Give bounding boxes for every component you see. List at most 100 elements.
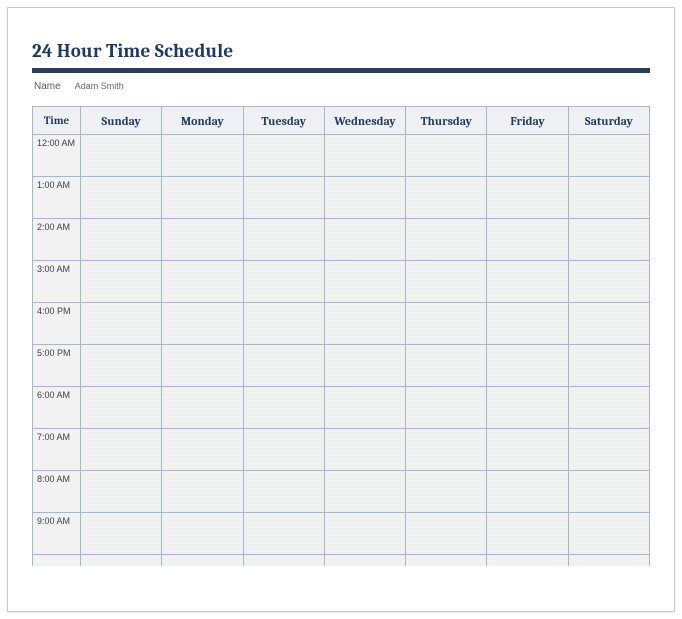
time-cell: 7:00 AM (33, 429, 81, 471)
slot-cell[interactable] (81, 177, 162, 219)
slot-cell[interactable] (568, 303, 649, 345)
slot-cell[interactable] (406, 555, 487, 567)
slot-cell[interactable] (243, 219, 324, 261)
header-monday: Monday (162, 107, 243, 135)
time-cell: 9:00 AM (33, 513, 81, 555)
slot-cell[interactable] (487, 303, 568, 345)
slot-cell[interactable] (162, 387, 243, 429)
slot-cell[interactable] (568, 177, 649, 219)
slot-cell[interactable] (568, 135, 649, 177)
slot-cell[interactable] (324, 219, 405, 261)
slot-cell[interactable] (324, 135, 405, 177)
table-row: 2:00 AM (33, 219, 650, 261)
name-label: Name (34, 81, 61, 92)
slot-cell[interactable] (487, 513, 568, 555)
slot-cell[interactable] (568, 261, 649, 303)
slot-cell[interactable] (487, 387, 568, 429)
slot-cell[interactable] (568, 513, 649, 555)
slot-cell[interactable] (324, 471, 405, 513)
slot-cell[interactable] (406, 387, 487, 429)
schedule-table: Time Sunday Monday Tuesday Wednesday Thu… (32, 106, 650, 566)
slot-cell[interactable] (406, 345, 487, 387)
table-row: 4:00 PM (33, 303, 650, 345)
slot-cell[interactable] (487, 345, 568, 387)
slot-cell[interactable] (487, 471, 568, 513)
slot-cell[interactable] (81, 345, 162, 387)
slot-cell[interactable] (162, 471, 243, 513)
slot-cell[interactable] (406, 429, 487, 471)
slot-cell[interactable] (162, 429, 243, 471)
slot-cell[interactable] (324, 513, 405, 555)
slot-cell[interactable] (406, 303, 487, 345)
slot-cell[interactable] (162, 555, 243, 567)
slot-cell[interactable] (81, 555, 162, 567)
slot-cell[interactable] (324, 177, 405, 219)
slot-cell[interactable] (406, 219, 487, 261)
time-cell: 5:00 PM (33, 345, 81, 387)
slot-cell[interactable] (487, 135, 568, 177)
slot-cell[interactable] (81, 387, 162, 429)
slot-cell[interactable] (81, 261, 162, 303)
slot-cell[interactable] (162, 261, 243, 303)
slot-cell[interactable] (243, 345, 324, 387)
header-saturday: Saturday (568, 107, 649, 135)
header-wednesday: Wednesday (324, 107, 405, 135)
slot-cell[interactable] (324, 303, 405, 345)
slot-cell[interactable] (243, 177, 324, 219)
slot-cell[interactable] (81, 513, 162, 555)
slot-cell[interactable] (162, 345, 243, 387)
document-page: 24 Hour Time Schedule Name Adam Smith Ti… (7, 7, 675, 612)
time-cell: 4:00 PM (33, 303, 81, 345)
slot-cell[interactable] (487, 429, 568, 471)
slot-cell[interactable] (162, 513, 243, 555)
header-friday: Friday (487, 107, 568, 135)
slot-cell[interactable] (487, 555, 568, 567)
slot-cell[interactable] (243, 135, 324, 177)
slot-cell[interactable] (324, 387, 405, 429)
slot-cell[interactable] (81, 429, 162, 471)
slot-cell[interactable] (568, 429, 649, 471)
slot-cell[interactable] (243, 513, 324, 555)
time-cell: 8:00 AM (33, 471, 81, 513)
table-row: 12:00 AM (33, 135, 650, 177)
table-row: 5:00 PM (33, 345, 650, 387)
slot-cell[interactable] (487, 261, 568, 303)
slot-cell[interactable] (81, 135, 162, 177)
slot-cell[interactable] (406, 135, 487, 177)
time-cell: 12:00 AM (33, 135, 81, 177)
slot-cell[interactable] (324, 555, 405, 567)
slot-cell[interactable] (406, 261, 487, 303)
slot-cell[interactable] (568, 345, 649, 387)
slot-cell[interactable] (162, 219, 243, 261)
time-cell: 6:00 AM (33, 387, 81, 429)
slot-cell[interactable] (162, 135, 243, 177)
slot-cell[interactable] (406, 513, 487, 555)
slot-cell[interactable] (568, 471, 649, 513)
slot-cell[interactable] (243, 429, 324, 471)
slot-cell[interactable] (243, 471, 324, 513)
slot-cell[interactable] (81, 471, 162, 513)
slot-cell[interactable] (324, 261, 405, 303)
time-cell (33, 555, 81, 567)
slot-cell[interactable] (243, 303, 324, 345)
header-thursday: Thursday (406, 107, 487, 135)
slot-cell[interactable] (162, 177, 243, 219)
table-row: 7:00 AM (33, 429, 650, 471)
slot-cell[interactable] (568, 387, 649, 429)
slot-cell[interactable] (81, 219, 162, 261)
slot-cell[interactable] (324, 429, 405, 471)
slot-cell[interactable] (324, 345, 405, 387)
slot-cell[interactable] (243, 555, 324, 567)
meta-row: Name Adam Smith (32, 81, 650, 92)
slot-cell[interactable] (406, 471, 487, 513)
time-cell: 1:00 AM (33, 177, 81, 219)
slot-cell[interactable] (568, 555, 649, 567)
slot-cell[interactable] (243, 387, 324, 429)
slot-cell[interactable] (487, 177, 568, 219)
slot-cell[interactable] (487, 219, 568, 261)
slot-cell[interactable] (243, 261, 324, 303)
slot-cell[interactable] (568, 219, 649, 261)
slot-cell[interactable] (162, 303, 243, 345)
slot-cell[interactable] (81, 303, 162, 345)
slot-cell[interactable] (406, 177, 487, 219)
